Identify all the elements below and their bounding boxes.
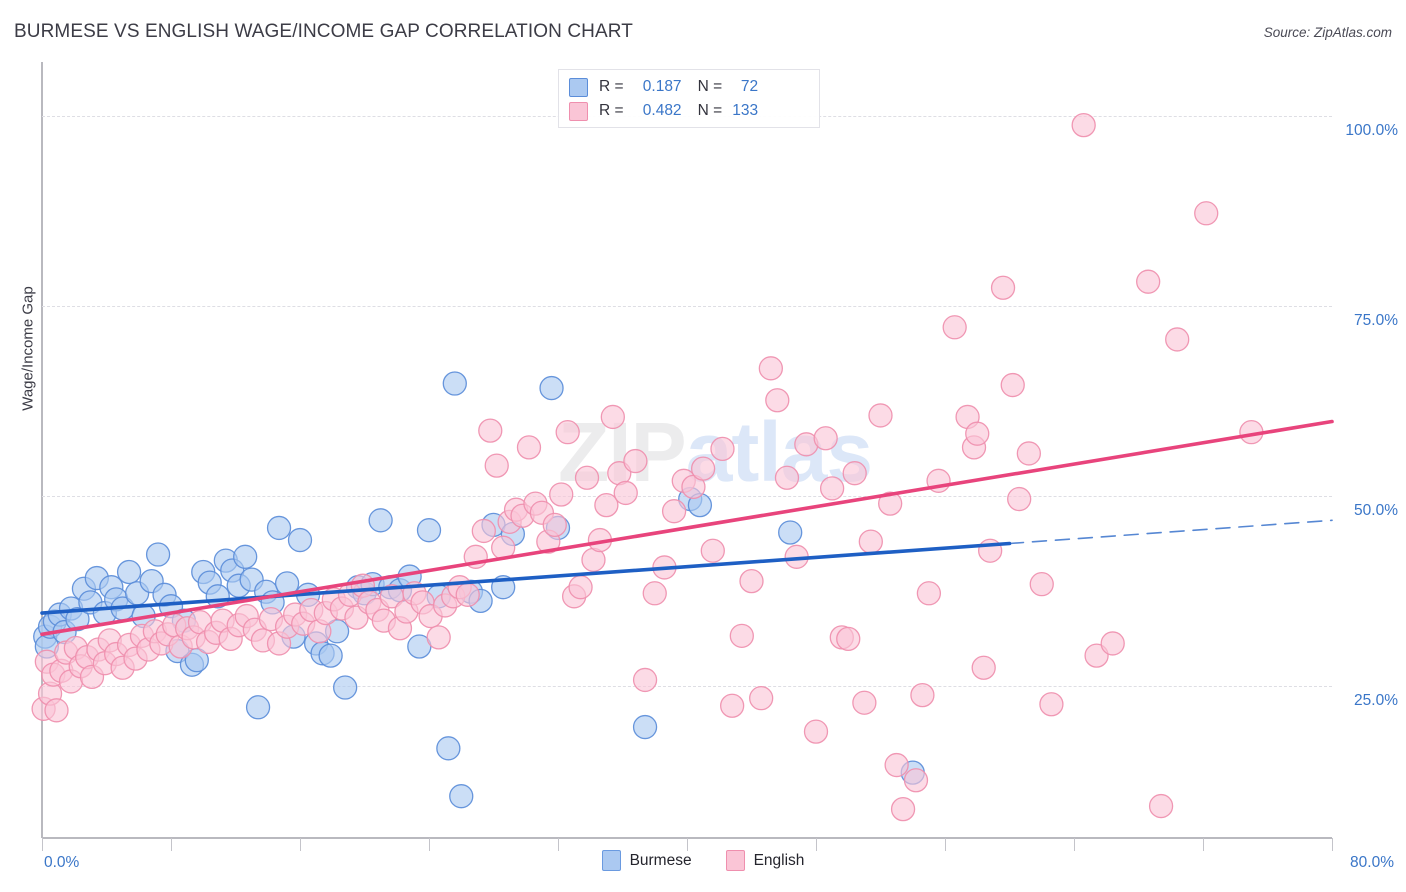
english-n-value: 133 [732,102,759,119]
x-tick [42,838,43,851]
x-axis-max-label: 80.0% [1350,854,1394,871]
source-attribution: Source: ZipAtlas.com [1263,25,1392,40]
x-tick [945,838,946,851]
x-tick [1203,838,1204,851]
burmese-legend-label: Burmese [629,851,692,869]
x-tick [300,838,301,851]
y-tick-label: 100.0% [1345,122,1398,139]
burmese-n-label: N = [697,78,723,95]
legend-item-burmese[interactable]: Burmese [601,850,692,871]
trendline-burmese-extrapolated [1008,519,1333,545]
correlation-chart: BURMESE VS ENGLISH WAGE/INCOME GAP CORRE… [0,0,1406,892]
page-title: BURMESE VS ENGLISH WAGE/INCOME GAP CORRE… [14,21,633,42]
english-r-label: R = [599,102,624,119]
x-tick [1332,838,1333,851]
x-tick [558,838,559,851]
y-tick-label: 25.0% [1354,692,1398,709]
burmese-r-label: R = [599,78,624,95]
y-tick-label: 50.0% [1354,502,1398,519]
statistics-legend: R = 0.187 N = 72 R = 0.482 N = 133 [558,69,820,128]
english-r-value: 0.482 [642,102,682,119]
stat-row-english: R = 0.482 N = 133 [569,99,809,123]
burmese-swatch-icon [569,77,588,97]
burmese-legend-swatch-icon [601,850,621,871]
burmese-n-value: 72 [740,78,759,95]
english-swatch-icon [569,101,588,121]
trendline-english [40,419,1334,637]
english-legend-swatch-icon [725,850,745,871]
burmese-r-value: 0.187 [642,78,682,95]
trendline-layer [40,419,1334,637]
legend-item-english[interactable]: English [725,850,805,871]
x-tick [1074,838,1075,851]
series-legend: Burmese English [0,850,1406,871]
plot-area [31,78,1334,838]
x-tick [429,838,430,851]
stat-row-burmese: R = 0.187 N = 72 [569,75,809,99]
y-axis-label: Wage/Income Gap [19,286,37,411]
english-legend-label: English [753,851,805,869]
x-axis-min-label: 0.0% [44,854,80,871]
x-tick [171,838,172,851]
english-n-label: N = [697,102,723,119]
x-tick [816,838,817,851]
y-tick-label: 75.0% [1354,312,1398,329]
